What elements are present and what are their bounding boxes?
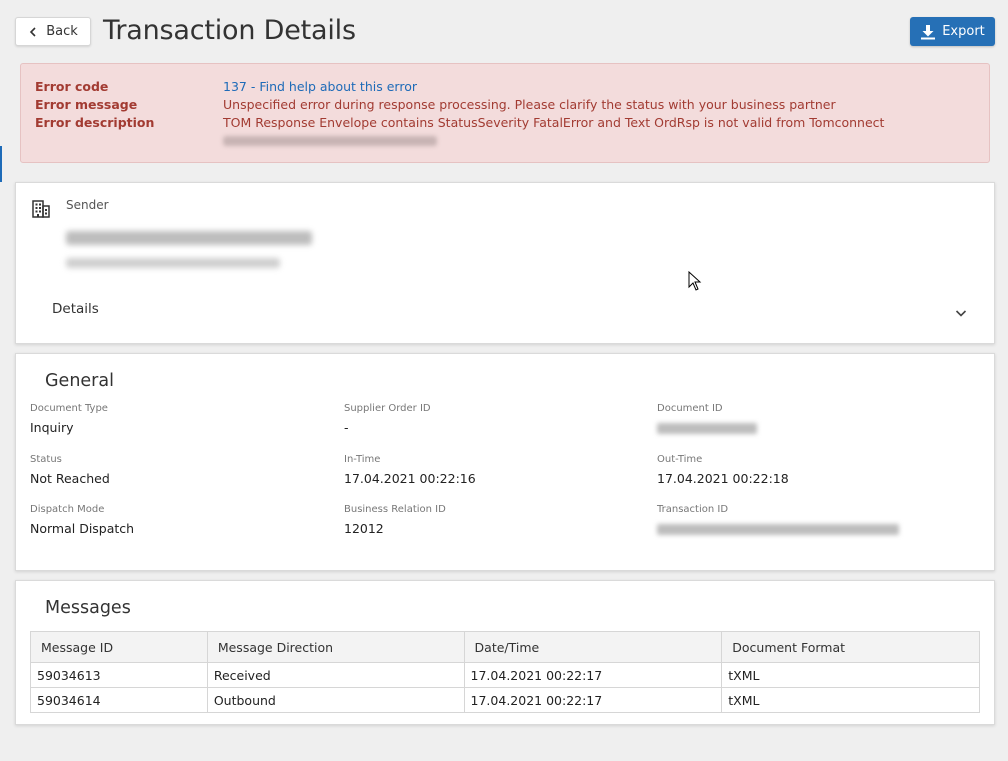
sender-card: Sender Details — [15, 182, 995, 344]
field-label: In-Time — [344, 454, 381, 465]
back-button-label: Back — [46, 24, 78, 39]
export-button-label: Export — [942, 24, 985, 39]
table-row[interactable]: 59034613 Received 17.04.2021 00:22:17 tX… — [30, 662, 980, 688]
table-cell: Outbound — [206, 687, 465, 713]
table-header-row: Message ID Message Direction Date/Time D… — [30, 631, 980, 663]
field-in-time: In-Time 17.04.2021 00:22:16 — [344, 454, 476, 486]
field-value-redacted — [657, 521, 899, 536]
field-transaction-id: Transaction ID — [657, 504, 899, 536]
sender-id-redacted — [66, 258, 280, 268]
error-message-row: Error message Unspecified error during r… — [35, 97, 979, 115]
messages-table: Message ID Message Direction Date/Time D… — [30, 631, 980, 713]
error-message-value: Unspecified error during response proces… — [223, 97, 836, 112]
field-status: Status Not Reached — [30, 454, 110, 486]
error-description-row: Error description TOM Response Envelope … — [35, 115, 979, 133]
error-description-extra — [35, 136, 979, 154]
details-label: Details — [52, 301, 99, 317]
export-button[interactable]: Export — [910, 17, 995, 46]
field-value: - — [344, 420, 349, 435]
error-code-row: Error code 137 - Find help about this er… — [35, 79, 979, 97]
table-cell: 17.04.2021 00:22:17 — [463, 662, 723, 688]
field-value: 12012 — [344, 521, 384, 536]
field-label: Transaction ID — [657, 504, 729, 515]
column-header[interactable]: Document Format — [721, 631, 980, 663]
error-description-value: TOM Response Envelope contains StatusSev… — [223, 115, 885, 130]
table-cell: 59034613 — [30, 662, 208, 688]
field-business-relation-id: Business Relation ID 12012 — [344, 504, 446, 536]
sender-label: Sender — [66, 198, 109, 212]
error-code-label: Error code — [35, 79, 109, 94]
field-value: 17.04.2021 00:22:16 — [344, 471, 476, 486]
field-document-type: Document Type Inquiry — [30, 403, 108, 435]
chevron-left-icon — [30, 26, 36, 37]
back-button[interactable]: Back — [15, 17, 91, 46]
field-out-time: Out-Time 17.04.2021 00:22:18 — [657, 454, 789, 486]
redacted-text — [223, 136, 437, 146]
field-label: Document ID — [657, 403, 723, 414]
messages-card: Messages Message ID Message Direction Da… — [15, 580, 995, 725]
error-panel: Error code 137 - Find help about this er… — [20, 63, 990, 163]
building-icon — [32, 200, 50, 218]
field-label: Document Type — [30, 403, 108, 414]
mouse-cursor-icon — [688, 271, 702, 291]
general-card: General Document Type Inquiry Supplier O… — [15, 353, 995, 571]
page-header: Back Transaction Details Export — [15, 15, 995, 48]
details-expander[interactable]: Details — [16, 295, 994, 325]
field-value-redacted — [657, 420, 757, 435]
error-description-label: Error description — [35, 115, 155, 130]
column-header[interactable]: Date/Time — [463, 631, 723, 663]
field-label: Dispatch Mode — [30, 504, 105, 515]
field-label: Out-Time — [657, 454, 703, 465]
table-cell: Received — [206, 662, 465, 688]
field-document-id: Document ID — [657, 403, 757, 435]
table-cell: 59034614 — [30, 687, 208, 713]
left-accent-bar — [0, 146, 2, 182]
table-cell: 17.04.2021 00:22:17 — [463, 687, 723, 713]
field-label: Status — [30, 454, 62, 465]
field-value: Inquiry — [30, 420, 74, 435]
sender-name-redacted — [66, 231, 312, 245]
chevron-down-icon — [955, 310, 967, 317]
table-cell: tXML — [721, 662, 980, 688]
field-value: Normal Dispatch — [30, 521, 135, 536]
field-value: Not Reached — [30, 471, 110, 486]
table-cell: tXML — [721, 687, 980, 713]
error-message-label: Error message — [35, 97, 138, 112]
field-label: Supplier Order ID — [344, 403, 431, 414]
field-supplier-order-id: Supplier Order ID - — [344, 403, 431, 435]
page-title: Transaction Details — [103, 15, 356, 46]
messages-title: Messages — [45, 598, 131, 618]
table-row[interactable]: 59034614 Outbound 17.04.2021 00:22:17 tX… — [30, 687, 980, 713]
download-icon — [921, 24, 936, 39]
column-header[interactable]: Message Direction — [206, 631, 465, 663]
column-header[interactable]: Message ID — [30, 631, 208, 663]
field-value: 17.04.2021 00:22:18 — [657, 471, 789, 486]
field-label: Business Relation ID — [344, 504, 446, 515]
field-dispatch-mode: Dispatch Mode Normal Dispatch — [30, 504, 134, 536]
general-title: General — [45, 371, 114, 391]
error-code-link[interactable]: 137 - Find help about this error — [223, 79, 417, 97]
